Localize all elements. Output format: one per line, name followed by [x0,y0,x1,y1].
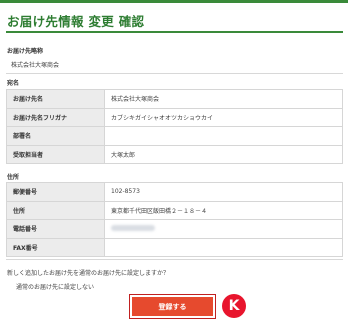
row-value: 東京都千代田区飯田橋２－１８－４ [104,200,343,220]
row-value: カブシキガイシャオオツカショウカイ [104,107,343,127]
row-label: FAX番号 [6,237,105,257]
row-value [104,126,343,146]
row-value: 株式会社大塚商会 [104,89,343,109]
default-address-question: 新しく追加したお届け先を通常のお届け先に設定しますか？ [7,270,170,277]
table-row: 受取担当者 大塚太郎 [6,144,343,164]
section-divider [6,259,343,260]
table-row: 電話番号 [6,219,343,239]
name-table: お届け先名 株式会社大塚商会 お届け先名フリガナ カブシキガイシャオオツカショウ… [6,89,343,164]
row-label: 電話番号 [6,219,105,239]
row-value [104,219,343,239]
register-button[interactable]: 登録する [132,297,213,316]
row-label: お届け先名 [6,89,105,109]
table-row: お届け先名フリガナ カブシキガイシャオオツカショウカイ [6,107,343,127]
row-label: 部署名 [6,126,105,146]
table-row: お届け先名 株式会社大塚商会 [6,89,343,109]
row-value [104,237,343,257]
recipient-nickname-value: 株式会社大塚商会 [11,62,60,69]
row-label: 住所 [6,200,105,220]
section-divider [6,73,343,74]
default-address-option: 通常のお届け先に設定しない [16,284,95,291]
name-section-label: 宛名 [7,80,20,87]
register-button-frame: 登録する [129,294,216,319]
address-table: 郵便番号 102-8573 住所 東京都千代田区飯田橋２－１８－４ 電話番号 F… [6,182,343,257]
row-label: 郵便番号 [6,182,105,202]
title-divider [6,31,343,33]
blurred-phone-value [111,224,155,231]
row-label: 受取担当者 [6,144,105,164]
recipient-nickname-label: お届け先略称 [7,48,44,55]
row-value: 102-8573 [104,182,343,202]
step-marker-badge: K [222,294,246,318]
table-row: 部署名 [6,126,343,146]
address-section-label: 住所 [7,174,20,181]
table-row: 郵便番号 102-8573 [6,182,343,202]
top-accent-bar [0,0,348,3]
page-title: お届け先情報 変更 確認 [7,14,145,29]
table-row: 住所 東京都千代田区飯田橋２－１８－４ [6,200,343,220]
table-row: FAX番号 [6,237,343,257]
row-value: 大塚太郎 [104,144,343,164]
row-label: お届け先名フリガナ [6,107,105,127]
